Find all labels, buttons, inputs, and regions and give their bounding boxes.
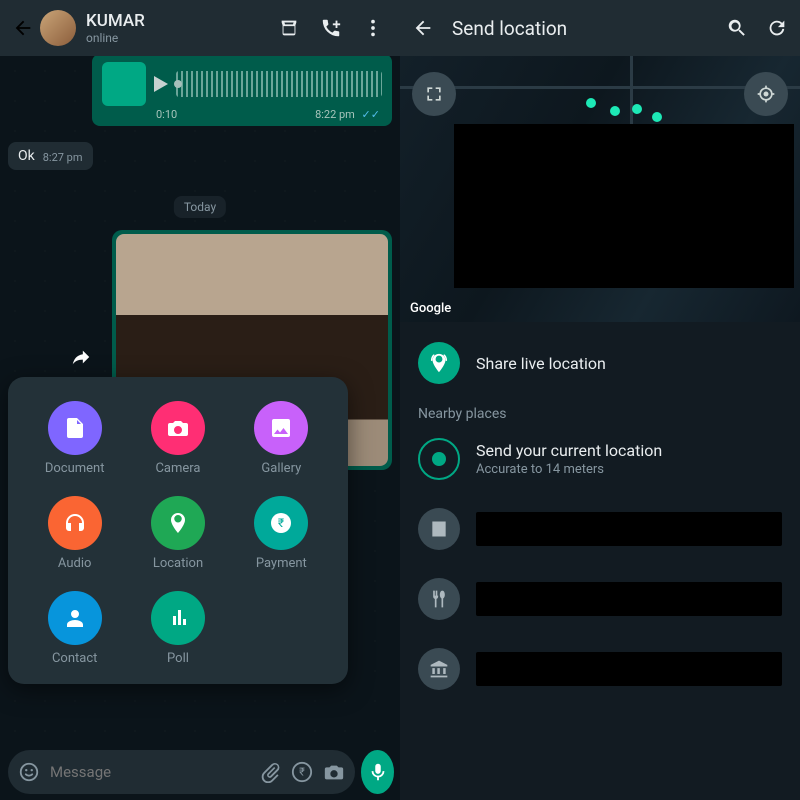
incoming-message-bubble[interactable]: Ok 8:27 pm (8, 142, 93, 170)
attach-poll[interactable]: Poll (151, 591, 205, 666)
bank-icon (418, 648, 460, 690)
nearby-place-row[interactable] (400, 634, 800, 704)
attach-payment[interactable]: ₹ Payment (254, 496, 308, 571)
live-location-icon (418, 342, 460, 384)
message-input-bar: ₹ (0, 744, 400, 800)
storefront-icon[interactable] (278, 17, 300, 39)
document-icon (48, 401, 102, 455)
map-redacted-area (454, 124, 794, 288)
attach-label: Audio (58, 556, 91, 571)
audio-icon (48, 496, 102, 550)
contact-info[interactable]: KUMAR online (86, 11, 278, 45)
voice-waveform[interactable] (176, 71, 382, 97)
forward-icon[interactable] (70, 346, 92, 368)
incoming-text: Ok (18, 148, 35, 164)
date-separator: Today (174, 196, 226, 218)
incoming-time: 8:27 pm (43, 151, 83, 164)
attachment-sheet: Document Camera Gallery Audio Location ₹ Payme… (8, 377, 348, 684)
attach-label: Contact (52, 651, 97, 666)
attach-icon[interactable] (259, 761, 281, 783)
place-name-redacted (476, 652, 782, 686)
svg-text:₹: ₹ (278, 516, 284, 530)
location-title: Send location (452, 17, 708, 40)
map-credit: Google (410, 301, 451, 316)
attach-contact[interactable]: Contact (48, 591, 102, 666)
search-icon[interactable] (726, 17, 748, 39)
attach-document[interactable]: Document (45, 401, 105, 476)
share-live-location-row[interactable]: Share live location (400, 328, 800, 398)
voice-timestamp: 8:22 pm (315, 108, 355, 121)
voice-sender-thumb (102, 62, 146, 106)
contact-status: online (86, 31, 278, 45)
building-icon (418, 508, 460, 550)
emoji-icon[interactable] (18, 761, 40, 783)
send-current-location-row[interactable]: Send your current location Accurate to 1… (400, 424, 800, 494)
attach-label: Gallery (261, 461, 301, 476)
fullscreen-icon[interactable] (412, 72, 456, 116)
voice-message-bubble[interactable]: 0:10 8:22 pm ✓✓ (92, 54, 392, 126)
place-name-redacted (476, 512, 782, 546)
attach-label: Poll (167, 651, 189, 666)
location-icon (151, 496, 205, 550)
nearby-place-row[interactable] (400, 494, 800, 564)
location-header: Send location (400, 0, 800, 56)
contact-name: KUMAR (86, 11, 278, 31)
payment-icon: ₹ (254, 496, 308, 550)
rupee-icon[interactable]: ₹ (291, 761, 313, 783)
current-location-icon (418, 438, 460, 480)
nearby-places-label: Nearby places (400, 398, 800, 424)
food-icon (418, 578, 460, 620)
current-location-title: Send your current location (476, 441, 662, 460)
mic-button[interactable] (361, 750, 394, 794)
poll-icon (151, 591, 205, 645)
camera-icon (151, 401, 205, 455)
attach-label: Payment (256, 556, 307, 571)
chat-body[interactable]: 0:10 8:22 pm ✓✓ Ok 8:27 pm Today Documen… (0, 56, 400, 744)
back-button[interactable] (8, 9, 38, 47)
play-icon[interactable] (154, 76, 168, 92)
place-name-redacted (476, 582, 782, 616)
voice-elapsed: 0:10 (156, 108, 177, 121)
more-menu-icon[interactable] (362, 17, 384, 39)
refresh-icon[interactable] (766, 17, 788, 39)
current-location-subtitle: Accurate to 14 meters (476, 462, 662, 477)
attach-camera[interactable]: Camera (151, 401, 205, 476)
attach-label: Camera (155, 461, 200, 476)
attach-label: Document (45, 461, 105, 476)
back-button[interactable] (412, 17, 434, 39)
gallery-icon (254, 401, 308, 455)
attach-location[interactable]: Location (151, 496, 205, 571)
map-area[interactable]: Google (400, 56, 800, 322)
attach-gallery[interactable]: Gallery (254, 401, 308, 476)
svg-text:₹: ₹ (299, 766, 305, 779)
read-ticks-icon: ✓✓ (359, 108, 380, 121)
my-location-icon[interactable] (744, 72, 788, 116)
camera-input-icon[interactable] (323, 761, 345, 783)
chat-header: KUMAR online (0, 0, 400, 56)
nearby-place-row[interactable] (400, 564, 800, 634)
message-input[interactable] (50, 763, 249, 781)
contact-avatar[interactable] (40, 10, 76, 46)
attach-audio[interactable]: Audio (48, 496, 102, 571)
contact-icon (48, 591, 102, 645)
attach-label: Location (153, 556, 203, 571)
add-call-icon[interactable] (320, 17, 342, 39)
share-live-label: Share live location (476, 354, 606, 373)
